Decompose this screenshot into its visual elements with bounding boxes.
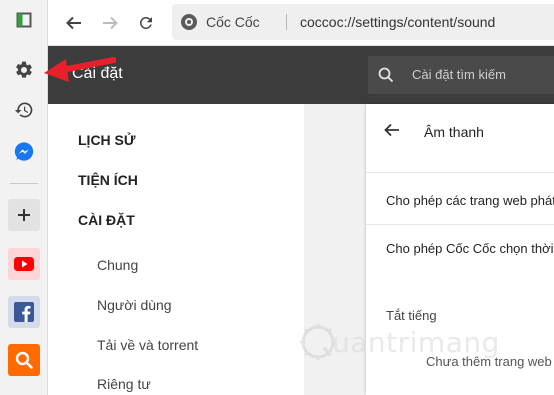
forward-button[interactable]: [94, 7, 126, 39]
annotation-arrow: [44, 57, 116, 82]
youtube-icon: [14, 257, 34, 271]
back-button[interactable]: [58, 7, 90, 39]
arrow-left-icon: [66, 16, 81, 30]
search-placeholder: Cài đặt tìm kiếm: [412, 67, 506, 82]
address-bar[interactable]: Cốc Cốc coccoc://settings/content/sound: [172, 4, 554, 40]
watermark: uantrimang: [298, 318, 500, 370]
arrow-right-icon: [103, 16, 118, 30]
card-divider: [366, 172, 554, 173]
facebook-shortcut[interactable]: [8, 296, 40, 328]
watermark-text: uantrimang: [332, 326, 500, 359]
allow-sites-play-sound-row[interactable]: Cho phép các trang web phát: [386, 193, 554, 208]
arrow-left-icon: [384, 123, 399, 137]
nav-section-settings[interactable]: CÀI ĐẶT: [78, 212, 135, 228]
nav-item-privacy[interactable]: Riêng tư: [97, 376, 151, 392]
settings-nav: LỊCH SỬ TIỆN ÍCH CÀI ĐẶT Chung Người dùn…: [48, 104, 304, 395]
back-arrow-button[interactable]: [384, 122, 400, 141]
address-bar-url[interactable]: coccoc://settings/content/sound: [300, 14, 495, 30]
address-bar-divider: [286, 14, 287, 30]
history-button[interactable]: [8, 94, 40, 126]
coccoc-logo-icon: [181, 14, 197, 30]
youtube-shortcut[interactable]: [8, 248, 40, 280]
messenger-icon: [14, 142, 34, 161]
allow-coccoc-choose-row[interactable]: Cho phép Cốc Cốc chọn thời: [386, 241, 554, 256]
settings-header: Cài đặt Cài đặt tìm kiếm: [48, 46, 554, 104]
reload-icon: [139, 16, 152, 29]
history-icon: [14, 102, 33, 118]
sidebar-divider: [10, 183, 38, 184]
search-icon: [378, 67, 394, 83]
gear-icon: [16, 61, 32, 78]
nav-section-extensions[interactable]: TIỆN ÍCH: [78, 172, 138, 188]
nav-item-general[interactable]: Chung: [97, 257, 138, 273]
browser-toolbar: Cốc Cốc coccoc://settings/content/sound: [48, 0, 554, 46]
section-title: Âm thanh: [424, 124, 484, 140]
magnifier-icon: [15, 351, 33, 369]
plus-icon: [18, 209, 30, 221]
sidebar-toggle-button[interactable]: [8, 4, 40, 36]
nav-item-downloads[interactable]: Tải về và torrent: [97, 337, 198, 353]
add-shortcut-button[interactable]: [8, 199, 40, 231]
facebook-icon: [14, 302, 34, 322]
reload-button[interactable]: [130, 7, 162, 39]
card-divider: [366, 224, 554, 225]
nav-section-history[interactable]: LỊCH SỬ: [78, 132, 136, 148]
nav-item-people[interactable]: Người dùng: [97, 297, 172, 313]
settings-search-input[interactable]: Cài đặt tìm kiếm: [368, 56, 554, 94]
messenger-button[interactable]: [8, 136, 40, 168]
search-shortcut[interactable]: [8, 344, 40, 376]
sidebar-panel-icon: [16, 12, 32, 28]
address-bar-brand: Cốc Cốc: [206, 14, 260, 30]
